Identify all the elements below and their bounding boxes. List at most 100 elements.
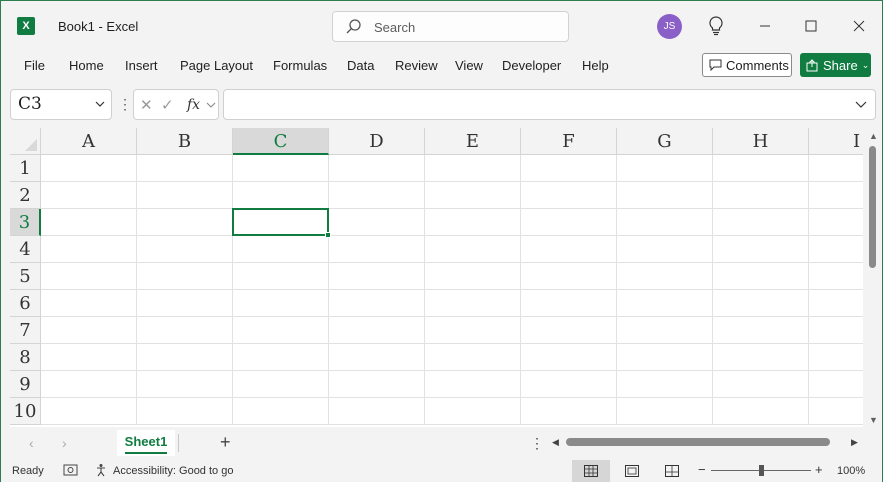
cell-f1[interactable] (521, 155, 617, 182)
accessibility-icon[interactable] (95, 463, 111, 480)
macro-recording-icon[interactable] (63, 463, 79, 480)
cell-c7[interactable] (233, 317, 329, 344)
select-all-button[interactable] (10, 128, 41, 155)
cell-e6[interactable] (425, 290, 521, 317)
tab-developer[interactable]: Developer (502, 58, 561, 73)
cell-a5[interactable] (41, 263, 137, 290)
search-input[interactable]: Search (332, 11, 569, 42)
cell-g3[interactable] (617, 209, 713, 236)
cell-g7[interactable] (617, 317, 713, 344)
cell-b6[interactable] (137, 290, 233, 317)
enter-icon[interactable]: ✓ (161, 96, 174, 114)
cell-e3[interactable] (425, 209, 521, 236)
cell-h6[interactable] (713, 290, 809, 317)
cell-f4[interactable] (521, 236, 617, 263)
cell-i10[interactable] (809, 398, 863, 425)
column-header-d[interactable]: D (329, 128, 425, 155)
cell-b2[interactable] (137, 182, 233, 209)
cell-i5[interactable] (809, 263, 863, 290)
column-header-a[interactable]: A (41, 128, 137, 155)
cell-h2[interactable] (713, 182, 809, 209)
row-header-8[interactable]: 8 (10, 344, 41, 371)
close-icon[interactable] (847, 14, 871, 38)
cell-h10[interactable] (713, 398, 809, 425)
cell-i1[interactable] (809, 155, 863, 182)
row-header-2[interactable]: 2 (10, 182, 41, 209)
cell-d6[interactable] (329, 290, 425, 317)
cell-i7[interactable] (809, 317, 863, 344)
next-sheet-icon[interactable]: › (62, 435, 67, 451)
cell-b5[interactable] (137, 263, 233, 290)
cell-f10[interactable] (521, 398, 617, 425)
maximize-icon[interactable] (799, 14, 823, 38)
zoom-in-icon[interactable]: + (815, 462, 823, 477)
zoom-level[interactable]: 100% (837, 465, 865, 477)
cell-g5[interactable] (617, 263, 713, 290)
cell-e4[interactable] (425, 236, 521, 263)
cancel-icon[interactable]: ✕ (140, 96, 153, 114)
cell-d7[interactable] (329, 317, 425, 344)
name-box[interactable]: C3 (10, 89, 112, 120)
cell-c10[interactable] (233, 398, 329, 425)
column-header-i[interactable]: I (809, 128, 863, 155)
cell-c2[interactable] (233, 182, 329, 209)
cell-b10[interactable] (137, 398, 233, 425)
cell-a1[interactable] (41, 155, 137, 182)
row-header-5[interactable]: 5 (10, 263, 41, 290)
tab-review[interactable]: Review (395, 58, 438, 73)
cell-c4[interactable] (233, 236, 329, 263)
column-header-f[interactable]: F (521, 128, 617, 155)
cell-i2[interactable] (809, 182, 863, 209)
scroll-right-icon[interactable]: ▶ (851, 437, 858, 448)
active-cell-border[interactable] (232, 208, 329, 236)
cell-h4[interactable] (713, 236, 809, 263)
zoom-out-icon[interactable]: − (698, 462, 706, 477)
row-header-7[interactable]: 7 (10, 317, 41, 344)
page-layout-view-button[interactable] (613, 460, 651, 482)
tab-page-layout[interactable]: Page Layout (180, 58, 253, 73)
chevron-down-icon[interactable] (206, 95, 216, 119)
accessibility-status[interactable]: Accessibility: Good to go (113, 465, 233, 477)
tab-help[interactable]: Help (582, 58, 609, 73)
cell-a4[interactable] (41, 236, 137, 263)
cell-a7[interactable] (41, 317, 137, 344)
cell-h5[interactable] (713, 263, 809, 290)
row-header-4[interactable]: 4 (10, 236, 41, 263)
share-button[interactable]: Share ⌄ (800, 53, 871, 77)
cell-f5[interactable] (521, 263, 617, 290)
cell-e7[interactable] (425, 317, 521, 344)
column-header-c[interactable]: C (233, 128, 329, 155)
tab-view[interactable]: View (455, 58, 483, 73)
cell-e8[interactable] (425, 344, 521, 371)
cell-h3[interactable] (713, 209, 809, 236)
cell-g6[interactable] (617, 290, 713, 317)
cell-d10[interactable] (329, 398, 425, 425)
column-header-g[interactable]: G (617, 128, 713, 155)
tab-home[interactable]: Home (69, 58, 104, 73)
vertical-scrollbar[interactable]: ▲ ▼ (865, 128, 882, 427)
cell-i3[interactable] (809, 209, 863, 236)
tab-insert[interactable]: Insert (125, 58, 158, 73)
avatar[interactable]: JS (657, 14, 682, 39)
column-header-b[interactable]: B (137, 128, 233, 155)
sheet-tab-sheet1[interactable]: Sheet1 (117, 430, 175, 456)
cell-f7[interactable] (521, 317, 617, 344)
cell-b8[interactable] (137, 344, 233, 371)
vertical-scroll-thumb[interactable] (869, 146, 876, 268)
cell-i9[interactable] (809, 371, 863, 398)
tab-formulas[interactable]: Formulas (273, 58, 327, 73)
cell-c8[interactable] (233, 344, 329, 371)
minimize-icon[interactable] (753, 14, 777, 38)
horizontal-scroll-thumb[interactable] (566, 438, 830, 446)
cell-g10[interactable] (617, 398, 713, 425)
cell-b4[interactable] (137, 236, 233, 263)
cell-b7[interactable] (137, 317, 233, 344)
comments-button[interactable]: Comments (702, 53, 792, 77)
cell-f6[interactable] (521, 290, 617, 317)
cell-d3[interactable] (329, 209, 425, 236)
cell-d1[interactable] (329, 155, 425, 182)
scroll-down-icon[interactable]: ▼ (869, 415, 878, 425)
expand-formula-icon[interactable] (855, 97, 867, 116)
cell-b9[interactable] (137, 371, 233, 398)
more-options-icon[interactable]: ⋮ (530, 435, 544, 452)
